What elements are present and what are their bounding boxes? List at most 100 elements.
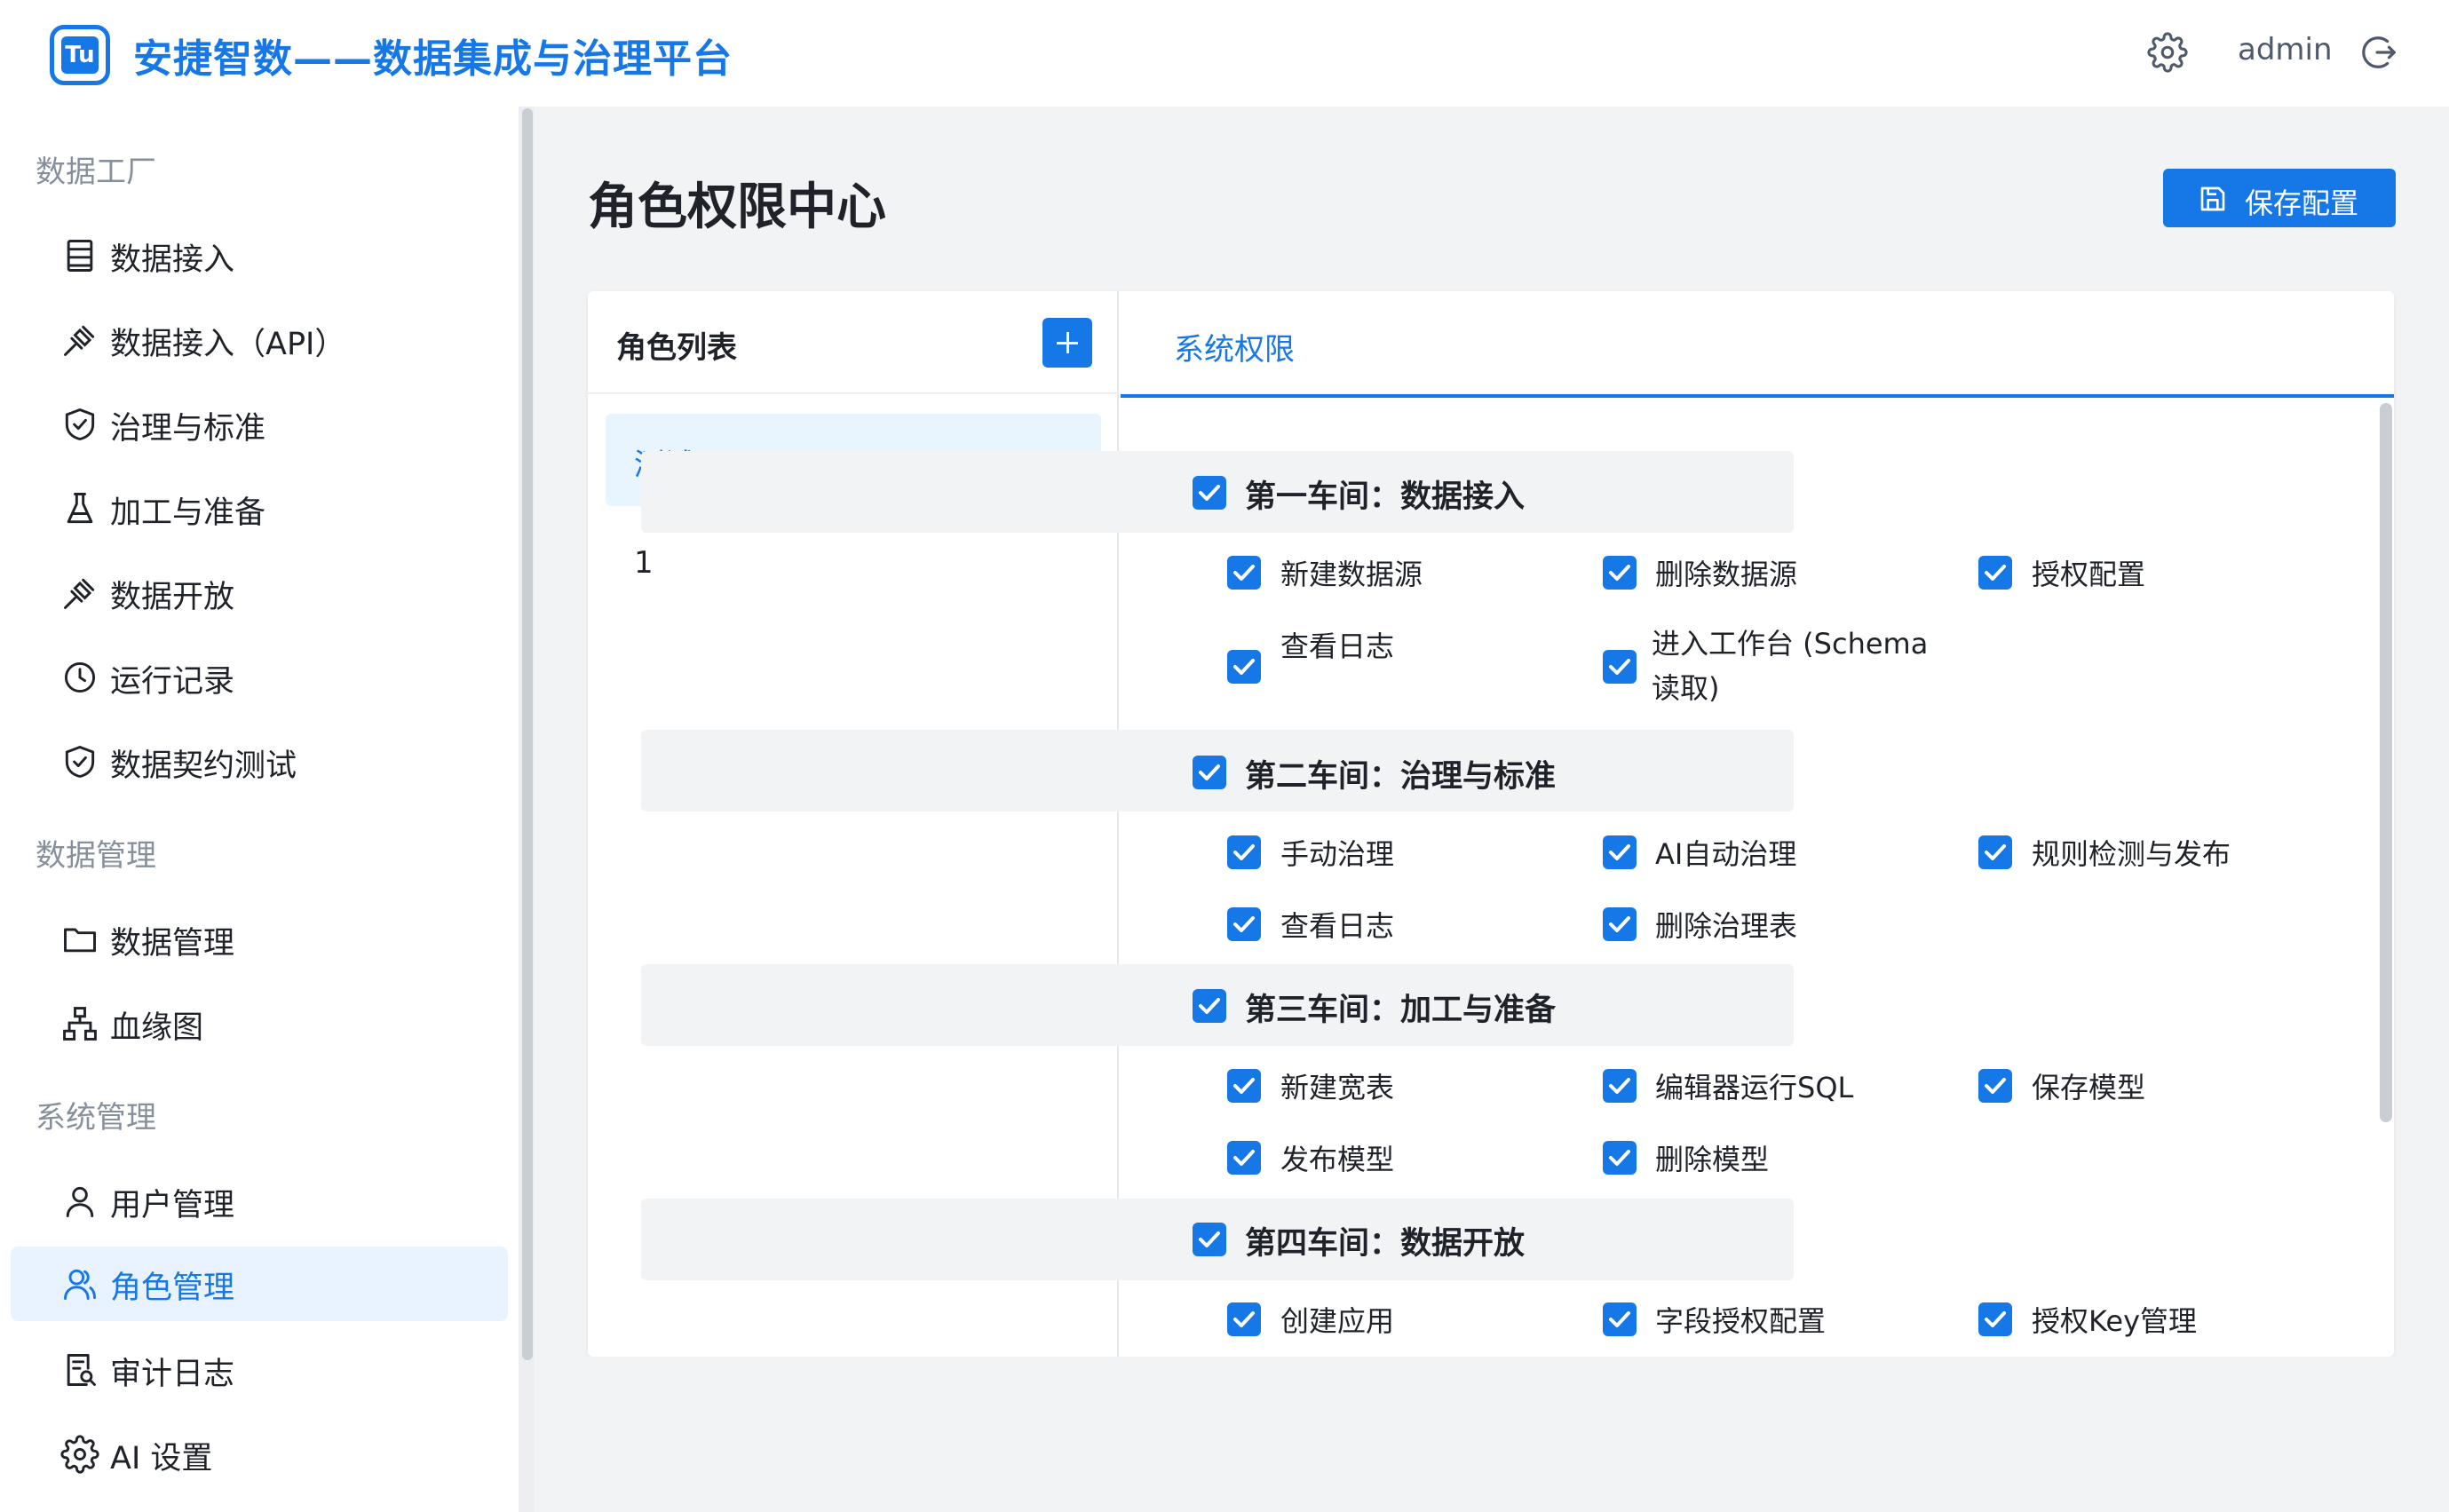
save-config-label: 保存配置 xyxy=(2245,186,2359,220)
sidebar-item-role-management[interactable]: 角色管理 xyxy=(11,1247,508,1321)
section-checkbox[interactable] xyxy=(1193,756,1226,789)
permission-label: AI自动治理 xyxy=(1655,837,1797,871)
permission-checkbox[interactable] xyxy=(1227,1069,1261,1103)
check-icon xyxy=(1983,561,2008,584)
permission-checkbox[interactable] xyxy=(1227,907,1261,941)
check-icon xyxy=(1197,481,1222,504)
sidebar-group-data-factory: 数据工厂 xyxy=(36,154,156,190)
sidebar-item-contract-test[interactable]: 数据契约测试 xyxy=(11,724,508,799)
permission-checkbox[interactable] xyxy=(1227,556,1261,590)
permission-label: 手动治理 xyxy=(1280,837,1395,871)
check-icon xyxy=(1607,561,1632,584)
section-checkbox[interactable] xyxy=(1193,989,1226,1023)
permission-checkbox[interactable] xyxy=(1227,1302,1261,1336)
sidebar-item-data-open[interactable]: 数据开放 xyxy=(11,556,508,630)
check-icon xyxy=(1232,561,1256,584)
permission-label: 创建应用 xyxy=(1280,1304,1395,1338)
sidebar-item-label: 数据开放 xyxy=(110,580,235,615)
current-username[interactable]: admin xyxy=(2238,32,2333,67)
role-item-label: 1 xyxy=(634,545,654,581)
permission-label: 规则检测与发布 xyxy=(2032,837,2231,871)
sidebar-item-data-management[interactable]: 数据管理 xyxy=(11,902,508,977)
check-icon xyxy=(1232,913,1256,936)
sidebar-item-label: 数据接入（API） xyxy=(110,327,346,362)
permission-label: 删除模型 xyxy=(1655,1143,1770,1176)
audit-icon xyxy=(67,1354,96,1386)
sidebar-item-data-ingest-api[interactable]: 数据接入（API） xyxy=(11,303,508,377)
check-icon xyxy=(1607,1074,1632,1097)
save-config-button[interactable]: 保存配置 xyxy=(2163,169,2396,227)
permission-label: 删除治理表 xyxy=(1655,909,1798,943)
check-icon xyxy=(1232,1074,1256,1097)
permission-checkbox[interactable] xyxy=(1978,835,2012,869)
sidebar-item-processing[interactable]: 加工与准备 xyxy=(11,471,508,546)
sidebar-item-label: 数据契约测试 xyxy=(110,748,297,784)
section-checkbox[interactable] xyxy=(1193,1223,1226,1256)
sidebar-item-lineage[interactable]: 血缘图 xyxy=(11,986,508,1061)
sidebar-item-ai-settings[interactable]: AI 设置 xyxy=(11,1417,508,1492)
permission-checkbox[interactable] xyxy=(1978,556,2012,590)
permission-checkbox[interactable] xyxy=(1227,1141,1261,1175)
sidebar-item-label: 审计日志 xyxy=(110,1357,235,1392)
user-icon xyxy=(66,1186,94,1217)
sidebar-scrollbar-thumb[interactable] xyxy=(522,108,533,1360)
check-icon xyxy=(1607,841,1632,864)
section-title: 第三车间：加工与准备 xyxy=(1245,993,1557,1028)
add-role-button[interactable] xyxy=(1042,318,1092,368)
permission-checkbox[interactable] xyxy=(1603,1302,1637,1336)
sidebar-item-run-records[interactable]: 运行记录 xyxy=(11,640,508,715)
check-icon xyxy=(1607,1308,1632,1331)
permission-checkbox[interactable] xyxy=(1978,1302,2012,1336)
permission-label: 保存模型 xyxy=(2032,1071,2146,1104)
permission-checkbox[interactable] xyxy=(1603,650,1637,684)
list-icon xyxy=(67,240,93,272)
check-icon xyxy=(1197,994,1222,1017)
permissions-scrollbar-thumb[interactable] xyxy=(2380,403,2392,1122)
check-icon xyxy=(1983,1074,2008,1097)
sidebar-item-audit-log[interactable]: 审计日志 xyxy=(11,1333,508,1407)
permission-checkbox[interactable] xyxy=(1603,556,1637,590)
app-title: 安捷智数——数据集成与治理平台 xyxy=(133,36,733,82)
permission-label: 删除数据源 xyxy=(1655,558,1798,591)
section-checkbox[interactable] xyxy=(1193,476,1226,510)
permission-checkbox[interactable] xyxy=(1227,650,1261,684)
permission-label: 新建数据源 xyxy=(1280,558,1423,591)
roles-panel-title: 角色列表 xyxy=(616,330,737,366)
permission-checkbox[interactable] xyxy=(1603,835,1637,869)
permission-checkbox[interactable] xyxy=(1227,835,1261,869)
check-icon xyxy=(1607,913,1632,936)
sidebar-item-data-ingest[interactable]: 数据接入 xyxy=(11,218,508,293)
check-icon xyxy=(1232,655,1256,678)
save-icon xyxy=(2200,186,2225,211)
users-icon xyxy=(64,1269,96,1300)
check-icon xyxy=(1983,1308,2008,1331)
gear-icon xyxy=(60,1435,99,1474)
check-icon xyxy=(1197,761,1222,784)
logout-icon[interactable] xyxy=(2358,32,2399,73)
permission-label: 进入工作台 (Schema 读取) xyxy=(1652,627,1929,705)
section-title: 第四车间：数据开放 xyxy=(1245,1226,1526,1262)
sidebar-item-user-management[interactable]: 用户管理 xyxy=(11,1164,508,1239)
sidebar-item-label: AI 设置 xyxy=(110,1441,213,1476)
permission-checkbox[interactable] xyxy=(1603,907,1637,941)
app-logo[interactable]: Tu xyxy=(50,25,110,85)
sidebar-item-label: 角色管理 xyxy=(110,1271,235,1306)
check-icon xyxy=(1607,1146,1632,1169)
plug-icon xyxy=(64,578,95,609)
sidebar-item-governance[interactable]: 治理与标准 xyxy=(11,387,508,462)
shield-icon xyxy=(65,746,95,778)
permission-checkbox[interactable] xyxy=(1978,1069,2012,1103)
roles-panel-header: 角色列表 xyxy=(588,291,1119,394)
plug-icon xyxy=(64,325,95,356)
permission-checkbox[interactable] xyxy=(1603,1069,1637,1103)
permission-checkbox[interactable] xyxy=(1603,1141,1637,1175)
permission-label: 新建宽表 xyxy=(1280,1071,1395,1104)
permission-label: 授权Key管理 xyxy=(2032,1304,2198,1338)
sidebar-item-label: 加工与准备 xyxy=(110,495,266,531)
tab-system-permissions[interactable]: 系统权限 xyxy=(1174,325,1295,368)
page-title: 角色权限中心 xyxy=(588,178,886,236)
permission-label: 授权配置 xyxy=(2032,558,2146,591)
settings-gear-icon[interactable] xyxy=(2147,32,2188,73)
section-title: 第二车间：治理与标准 xyxy=(1245,759,1557,795)
permission-label: 字段授权配置 xyxy=(1655,1304,1827,1338)
